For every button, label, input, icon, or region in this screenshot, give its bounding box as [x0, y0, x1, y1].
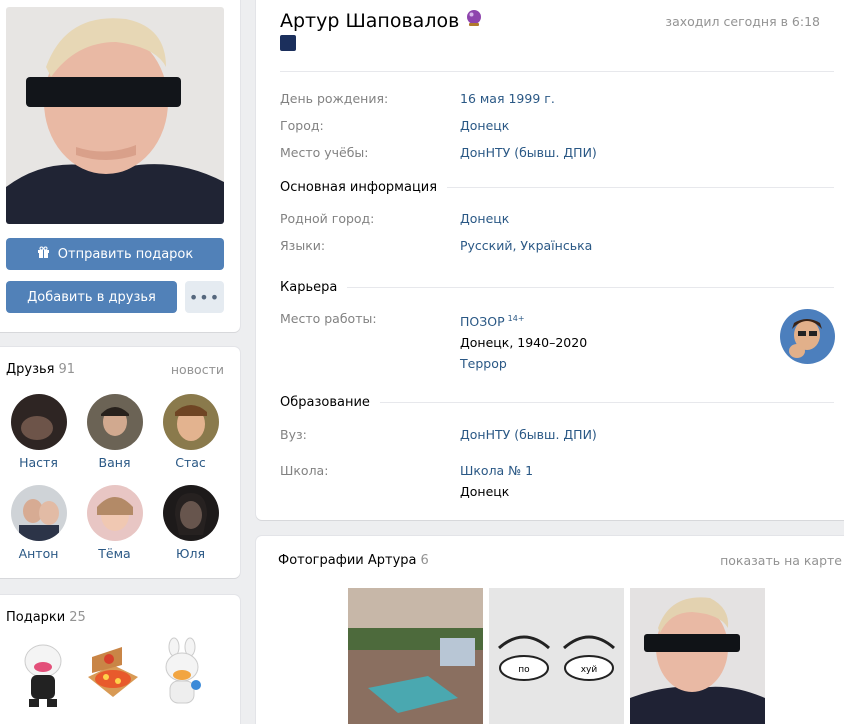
languages-value[interactable]: Русский, Українська	[460, 235, 592, 256]
hometown-label: Родной город:	[280, 211, 375, 226]
gifts-title[interactable]: Подарки 25	[6, 610, 86, 625]
work-position[interactable]: Террор	[460, 353, 587, 374]
gift-icon	[37, 246, 50, 263]
gifts-title-label: Подарки	[6, 610, 66, 625]
work-location: Донецк, 1940–2020	[460, 335, 588, 351]
divider	[280, 71, 834, 72]
education-header: Образование	[280, 395, 834, 410]
languages-row: Языки: Русский, Українська	[280, 235, 840, 256]
last-seen-text: заходил сегодня в 6:18	[665, 14, 820, 29]
gifts-count: 25	[69, 610, 86, 625]
school-label: Школа:	[280, 463, 329, 478]
friend-name: Настя	[19, 455, 58, 470]
friends-title-label: Друзья	[6, 362, 55, 377]
city-label: Город:	[280, 118, 324, 133]
photos-block: Фотографии Артура 6 показать на карте по х…	[256, 536, 844, 724]
friend-item[interactable]: Антон	[1, 485, 76, 561]
left-eye-word: по	[518, 665, 530, 675]
main-info-header: Основная информация	[280, 180, 834, 195]
send-gift-label: Отправить подарок	[57, 246, 194, 262]
study-label: Место учёбы:	[280, 145, 369, 160]
friend-name: Юля	[175, 546, 205, 561]
right-eye-word: хуй	[581, 665, 598, 675]
work-community-avatar[interactable]	[780, 309, 835, 364]
city-value[interactable]: Донецк	[460, 115, 509, 136]
status-emoji-icon	[280, 35, 296, 51]
friend-item[interactable]: Юля	[153, 485, 228, 561]
show-on-map-link[interactable]: показать на карте	[720, 553, 842, 568]
birthday-row: День рождения: 16 мая 1999 г.	[280, 88, 840, 109]
career-title: Карьера	[280, 280, 338, 295]
work-value-block: ПОЗОР 14+ Донецк, 1940–2020 Террор	[460, 308, 587, 374]
friend-name: Тёма	[98, 546, 131, 561]
university-row: Вуз: ДонНТУ (бывш. ДПИ)	[280, 424, 840, 445]
study-row: Место учёбы: ДонНТУ (бывш. ДПИ)	[280, 142, 840, 163]
photo-thumbnail[interactable]	[348, 588, 483, 724]
avatar-card: Отправить подарок Добавить в друзья •••	[0, 0, 240, 332]
birthday-value[interactable]: 16 мая 1999 г.	[460, 88, 555, 109]
hometown-row: Родной город: Донецк	[280, 208, 840, 229]
gift-item[interactable]	[16, 637, 70, 709]
school-city: Донецк	[460, 484, 510, 499]
city-row: Город: Донецк	[280, 115, 840, 136]
friend-name: Ваня	[98, 455, 131, 470]
birthday-label: День рождения:	[280, 91, 389, 106]
university-label: Вуз:	[280, 427, 307, 442]
career-header: Карьера	[280, 280, 834, 295]
friend-item[interactable]: Ваня	[77, 394, 152, 470]
friends-count: 91	[58, 362, 76, 377]
friends-news-link[interactable]: новости	[171, 362, 224, 377]
friends-title[interactable]: Друзья 91	[6, 362, 75, 377]
university-value[interactable]: ДонНТУ (бывш. ДПИ)	[460, 424, 597, 445]
work-label: Место работы:	[280, 311, 377, 326]
friend-item[interactable]: Настя	[1, 394, 76, 470]
work-place-name: ПОЗОР	[460, 314, 505, 330]
friend-avatar	[10, 394, 67, 450]
work-place-link[interactable]: ПОЗОР 14+	[460, 308, 587, 332]
send-gift-button[interactable]: Отправить подарок	[6, 238, 224, 270]
friend-avatar	[162, 394, 219, 450]
gifts-block: Подарки 25	[0, 595, 240, 724]
friend-avatar	[162, 485, 219, 541]
friends-block: Друзья 91 новости Настя Ваня Стас Антон Т…	[0, 347, 240, 578]
photos-count: 6	[420, 553, 429, 568]
friend-item[interactable]: Тёма	[77, 485, 152, 561]
gift-item[interactable]	[156, 637, 210, 709]
crystal-ball-icon[interactable]	[465, 9, 483, 32]
friend-name: Стас	[175, 455, 206, 470]
study-value[interactable]: ДонНТУ (бывш. ДПИ)	[460, 142, 597, 163]
photo-thumbnail[interactable]	[630, 588, 765, 724]
main-info-title: Основная информация	[280, 180, 438, 195]
profile-name: Артур Шаповалов	[280, 9, 483, 32]
work-row: Место работы: ПОЗОР 14+ Донецк, 1940–2020…	[280, 308, 840, 374]
work-age-badge: 14+	[507, 314, 525, 323]
gift-item[interactable]	[82, 637, 144, 709]
friend-item[interactable]: Стас	[153, 394, 228, 470]
friend-avatar	[86, 394, 143, 450]
friend-name: Антон	[18, 546, 59, 561]
photo-thumbnail[interactable]: по хуй	[489, 588, 624, 724]
school-row: Школа: Школа № 1 Донецк	[280, 460, 840, 502]
education-title: Образование	[280, 395, 370, 410]
hometown-value[interactable]: Донецк	[460, 208, 509, 229]
school-name[interactable]: Школа № 1	[460, 460, 533, 481]
friend-avatar	[86, 485, 143, 541]
photos-title[interactable]: Фотографии Артура 6	[278, 553, 429, 568]
languages-label: Языки:	[280, 238, 326, 253]
profile-info-card: Артур Шаповалов заходил сегодня в 6:18 Д…	[256, 0, 844, 520]
profile-name-text: Артур Шаповалов	[280, 9, 460, 32]
friend-avatar	[10, 485, 67, 541]
add-friend-button[interactable]: Добавить в друзья	[6, 281, 177, 313]
photos-title-label: Фотографии Артура	[278, 553, 417, 568]
more-actions-button[interactable]: •••	[185, 281, 224, 313]
school-value-block: Школа № 1 Донецк	[460, 460, 533, 502]
profile-avatar[interactable]	[6, 7, 224, 224]
